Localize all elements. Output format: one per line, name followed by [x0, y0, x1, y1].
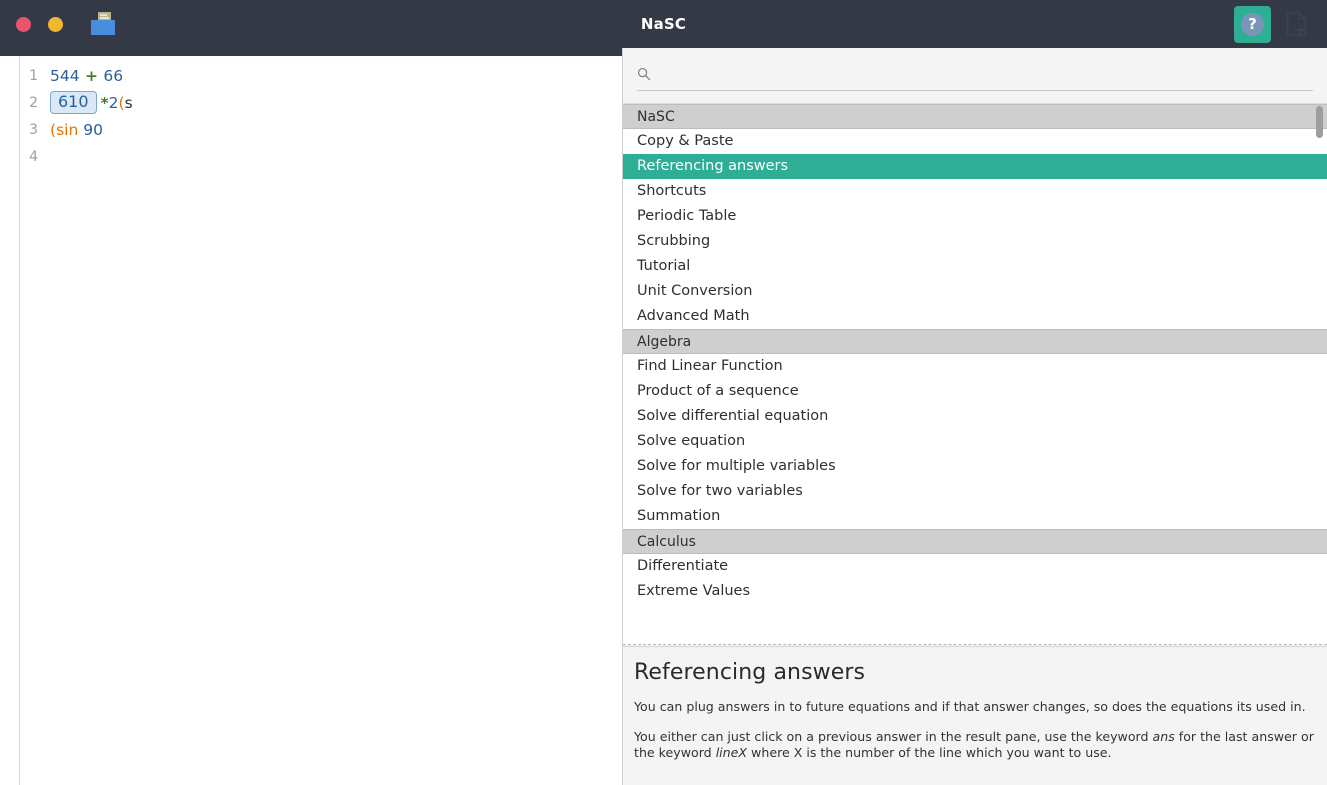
editor-token-num: 90 [83, 120, 103, 139]
help-topic-item[interactable]: Find Linear Function [623, 354, 1327, 379]
export-file-button[interactable] [1281, 6, 1313, 43]
search-icon [638, 68, 651, 81]
answer-reference-chip[interactable]: 610 [50, 91, 97, 114]
help-topic-item[interactable]: Periodic Table [623, 204, 1327, 229]
help-topic-item[interactable]: Shortcuts [623, 179, 1327, 204]
help-topic-item[interactable]: Unit Conversion [623, 279, 1327, 304]
editor-token-plain: s [124, 93, 133, 112]
close-window-button[interactable] [16, 16, 31, 32]
editor-token-op: * [100, 93, 109, 112]
help-topic-item[interactable]: Extreme Values [623, 579, 1327, 604]
help-pane: NaSC Copy & Paste Referencing answers Short… [622, 48, 1327, 785]
list-bottom-dashed-separator [623, 644, 1327, 645]
help-topic-item[interactable]: Summation [623, 504, 1327, 529]
help-topic-item[interactable]: Copy & Paste [623, 129, 1327, 154]
help-detail-paragraph-1: You can plug answers in to future equati… [634, 699, 1306, 714]
detail-keyword-ans: ans [1152, 729, 1175, 745]
help-detail-title: Referencing answers [634, 660, 866, 685]
editor-line[interactable]: 4 [20, 143, 622, 170]
detail-p2-part-a: You either can just click on a previous … [634, 729, 1153, 745]
editor-token-op: + [79, 66, 104, 85]
help-topic-item[interactable]: Tutorial [623, 254, 1327, 279]
nasc-window: NaSC ? 1544 + 662610*2(s3(sin 904 [0, 0, 1327, 785]
file-export-icon [1286, 11, 1307, 37]
help-detail-panel: Referencing answers You can plug answers… [623, 646, 1327, 785]
window-title: NaSC [640, 15, 687, 33]
help-topic-item[interactable]: Scrubbing [623, 229, 1327, 254]
folder-body-shape [91, 20, 115, 35]
editor-token-fn: sin [56, 120, 79, 139]
editor-line[interactable]: 3 (sin 90 [20, 116, 622, 143]
help-topic-item[interactable]: Referencing answers [623, 154, 1327, 179]
help-topic-item[interactable]: Solve differential equation [623, 404, 1327, 429]
editor-line-content[interactable]: 610 * 2(s [50, 91, 133, 114]
titlebar-left-controls [0, 12, 117, 36]
editor-lines[interactable]: 1 544 + 66 2 610 * 2(s 3(sin 90 4 [20, 56, 622, 785]
editor-line-number: 4 [29, 148, 38, 165]
titlebar-right-controls: ? [1234, 0, 1313, 48]
editor-token-num: 2 [108, 93, 119, 112]
editor-top-strip [0, 48, 622, 56]
editor-left-margin [0, 56, 20, 785]
help-topic-item[interactable]: Solve equation [623, 429, 1327, 454]
help-topic-item[interactable]: Solve for multiple variables [623, 454, 1327, 479]
help-detail-paragraph-2: You either can just click on a previous … [634, 729, 1318, 761]
help-search-input[interactable] [660, 66, 1313, 82]
editor-line-number: 1 [29, 67, 38, 84]
help-topic-list-inner: NaSC Copy & Paste Referencing answers Short… [623, 104, 1327, 604]
editor-line[interactable]: 1 544 + 66 [20, 62, 622, 89]
titlebar: NaSC ? [0, 0, 1327, 48]
editor-line-number: 2 [29, 94, 38, 111]
help-group-header: Algebra [623, 329, 1327, 354]
help-list-scrollbar[interactable] [1316, 106, 1323, 138]
help-topic-item[interactable]: Solve for two variables [623, 479, 1327, 504]
editor-line[interactable]: 2 610 * 2(s [20, 89, 622, 116]
editor-token-num: 66 [103, 66, 124, 85]
editor-line-content[interactable]: (sin 90 [50, 121, 103, 139]
editor-line-number: 3 [29, 121, 38, 138]
help-topic-item[interactable]: Differentiate [623, 554, 1327, 579]
help-topic-item[interactable]: Advanced Math [623, 304, 1327, 329]
help-topic-item[interactable]: Product of a sequence [623, 379, 1327, 404]
help-search-area [623, 48, 1327, 103]
detail-p2-part-c: where X is the number of the line which … [747, 745, 1112, 761]
help-search-row[interactable] [637, 66, 1313, 91]
editor-line-content[interactable]: 544 + 66 [50, 67, 123, 85]
help-button[interactable]: ? [1234, 5, 1271, 43]
help-group-header: Calculus [623, 529, 1327, 554]
question-mark-icon: ? [1241, 12, 1264, 36]
minimize-window-button[interactable] [48, 16, 63, 32]
open-folder-icon[interactable] [91, 12, 117, 36]
equation-editor[interactable]: 1 544 + 66 2 610 * 2(s 3(sin 90 4 [0, 56, 622, 785]
detail-keyword-linex: lineX [715, 745, 748, 761]
help-group-header: NaSC [623, 104, 1327, 129]
editor-token-num: 544 [50, 66, 80, 85]
help-topic-list[interactable]: NaSC Copy & Paste Referencing answers Short… [623, 103, 1327, 645]
